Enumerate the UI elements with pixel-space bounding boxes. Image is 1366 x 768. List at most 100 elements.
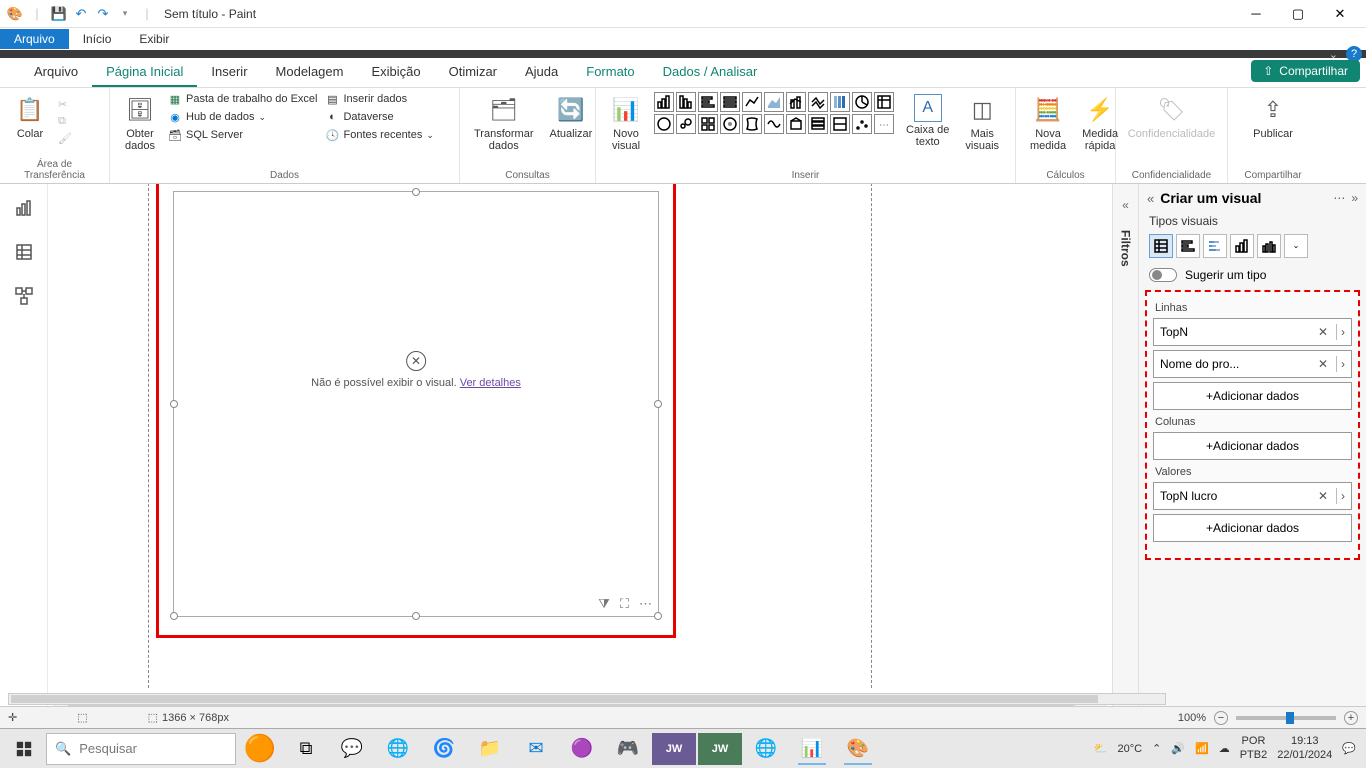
whatsapp-icon[interactable]: 💬 xyxy=(330,733,374,765)
share-button[interactable]: ⇧ Compartilhar xyxy=(1251,60,1360,82)
remove-field-icon[interactable]: ✕ xyxy=(1314,489,1332,503)
add-rows-button[interactable]: +Adicionar dados xyxy=(1153,382,1352,410)
tab-inserir[interactable]: Inserir xyxy=(197,58,261,87)
tray-clock[interactable]: 19:13 22/01/2024 xyxy=(1277,735,1332,761)
field-nome-produto[interactable]: Nome do pro... ✕› xyxy=(1153,350,1352,378)
visual-type-clustered-column[interactable] xyxy=(1257,234,1281,258)
resize-handle[interactable] xyxy=(412,188,420,196)
tray-volume-icon[interactable]: 🔊 xyxy=(1171,742,1185,755)
visual-type-table[interactable] xyxy=(1149,234,1173,258)
data-hub-button[interactable]: ◉Hub de dados ⌄ xyxy=(168,110,317,124)
more-visuals-button[interactable]: ◫ Mais visuais xyxy=(961,92,1003,154)
remove-field-icon[interactable]: ✕ xyxy=(1314,325,1332,339)
add-values-button[interactable]: +Adicionar dados xyxy=(1153,514,1352,542)
task-view-icon[interactable]: ⧉ xyxy=(284,733,328,765)
tab-pagina-inicial[interactable]: Página Inicial xyxy=(92,58,197,87)
copilot-icon[interactable]: 🟣 xyxy=(560,733,604,765)
tab-otimizar[interactable]: Otimizar xyxy=(435,58,511,87)
cut-icon[interactable]: ✂ xyxy=(58,98,72,111)
focus-mode-icon[interactable]: ⛶ xyxy=(620,596,629,612)
tray-network-icon[interactable]: 📶 xyxy=(1195,742,1209,755)
pane-expand-icon[interactable]: » xyxy=(1351,191,1358,205)
new-visual-button[interactable]: 📊 Novo visual xyxy=(606,92,646,154)
visual-type-column[interactable] xyxy=(1230,234,1254,258)
refresh-button[interactable]: 🔄 Atualizar xyxy=(546,92,597,142)
field-menu-icon[interactable]: › xyxy=(1341,325,1345,339)
start-button[interactable] xyxy=(4,733,44,765)
paint-view-tab[interactable]: Exibir xyxy=(125,29,183,49)
paint-hscroll[interactable] xyxy=(8,693,1166,705)
suggest-toggle[interactable] xyxy=(1149,268,1177,282)
powerbi-icon[interactable]: 📊 xyxy=(790,733,834,765)
table-view-icon[interactable] xyxy=(14,242,34,262)
outlook-icon[interactable]: ✉ xyxy=(514,733,558,765)
zoom-slider[interactable] xyxy=(1236,716,1336,720)
visual-gallery[interactable]: ⋯ xyxy=(654,92,894,134)
redo-icon[interactable]: ↷ xyxy=(94,5,112,23)
undo-icon[interactable]: ↶ xyxy=(72,5,90,23)
discord-icon[interactable]: 🎮 xyxy=(606,733,650,765)
dataverse-button[interactable]: ◐Dataverse xyxy=(325,110,433,124)
field-menu-icon[interactable]: › xyxy=(1341,489,1345,503)
field-menu-icon[interactable]: › xyxy=(1341,357,1345,371)
get-data-button[interactable]: 🗄 Obter dados xyxy=(120,92,160,154)
more-options-icon[interactable]: ⋯ xyxy=(639,596,652,612)
app-jw-icon[interactable]: JW xyxy=(652,733,696,765)
explorer-icon[interactable]: 📁 xyxy=(468,733,512,765)
qat-dropdown-icon[interactable]: ▾ xyxy=(116,5,134,23)
resize-handle[interactable] xyxy=(170,400,178,408)
transform-data-button[interactable]: 🗂 Transformar dados xyxy=(470,92,538,154)
expand-filters-icon[interactable]: « xyxy=(1122,198,1129,212)
tab-ajuda[interactable]: Ajuda xyxy=(511,58,572,87)
error-details-link[interactable]: Ver detalhes xyxy=(460,377,521,389)
maximize-button[interactable]: ▢ xyxy=(1286,6,1310,22)
resize-handle[interactable] xyxy=(654,400,662,408)
tab-modelagem[interactable]: Modelagem xyxy=(262,58,358,87)
copy-icon[interactable]: ⧉ xyxy=(58,115,72,128)
save-icon[interactable]: 💾 xyxy=(50,5,68,23)
remove-field-icon[interactable]: ✕ xyxy=(1314,357,1332,371)
collapse-pane-icon[interactable]: « xyxy=(1147,191,1154,206)
chrome-icon[interactable]: 🌐 xyxy=(376,733,420,765)
app-jw2-icon[interactable]: JW xyxy=(698,733,742,765)
notifications-icon[interactable]: 💬 xyxy=(1342,742,1356,755)
close-button[interactable]: ✕ xyxy=(1328,6,1352,22)
zoom-out-button[interactable]: − xyxy=(1214,711,1228,725)
resize-handle[interactable] xyxy=(654,612,662,620)
chrome2-icon[interactable]: 🌐 xyxy=(744,733,788,765)
format-painter-icon[interactable]: 🖌 xyxy=(58,132,72,145)
resize-handle[interactable] xyxy=(412,612,420,620)
tab-formato[interactable]: Formato xyxy=(572,58,648,87)
publish-button[interactable]: ⇪ Publicar xyxy=(1249,92,1297,142)
edge-icon[interactable]: 🌀 xyxy=(422,733,466,765)
report-view-icon[interactable] xyxy=(14,198,34,218)
tray-onedrive-icon[interactable]: ☁ xyxy=(1219,742,1230,755)
visual-type-stacked-bar[interactable] xyxy=(1203,234,1227,258)
new-measure-button[interactable]: 🧮 Nova medida xyxy=(1026,92,1070,154)
paste-button[interactable]: 📋 Colar xyxy=(10,92,50,142)
taskbar-search[interactable]: 🔍 Pesquisar xyxy=(46,733,236,765)
paint-taskbar-icon[interactable]: 🎨 xyxy=(836,733,880,765)
visual-container[interactable]: ✕ Não é possível exibir o visual. Ver de… xyxy=(173,191,659,617)
visual-type-bar[interactable] xyxy=(1176,234,1200,258)
tray-language[interactable]: POR PTB2 xyxy=(1240,735,1268,761)
zoom-in-button[interactable]: + xyxy=(1344,711,1358,725)
tab-exibicao[interactable]: Exibição xyxy=(357,58,434,87)
sql-server-button[interactable]: 🗃SQL Server xyxy=(168,128,317,142)
tab-arquivo[interactable]: Arquivo xyxy=(20,58,92,87)
pane-more-icon[interactable]: ⋯ xyxy=(1333,191,1345,205)
filter-icon[interactable]: ⧩ xyxy=(598,596,610,612)
weather-icon[interactable]: ⛅ xyxy=(1094,742,1108,755)
tray-chevron-icon[interactable]: ⌃ xyxy=(1152,742,1161,755)
resize-handle[interactable] xyxy=(170,612,178,620)
visual-type-more[interactable]: ⌄ xyxy=(1284,234,1308,258)
field-topn-lucro[interactable]: TopN lucro ✕› xyxy=(1153,482,1352,510)
text-box-button[interactable]: A Caixa de texto xyxy=(902,92,953,150)
paint-file-menu[interactable]: Arquivo xyxy=(0,29,69,49)
add-columns-button[interactable]: +Adicionar dados xyxy=(1153,432,1352,460)
cortana-orb-icon[interactable]: 🟠 xyxy=(238,733,282,765)
minimize-button[interactable]: ─ xyxy=(1244,6,1268,22)
paint-home-tab[interactable]: Início xyxy=(69,29,126,49)
enter-data-button[interactable]: ▤Inserir dados xyxy=(325,92,433,106)
excel-workbook-button[interactable]: ▦Pasta de trabalho do Excel xyxy=(168,92,317,106)
